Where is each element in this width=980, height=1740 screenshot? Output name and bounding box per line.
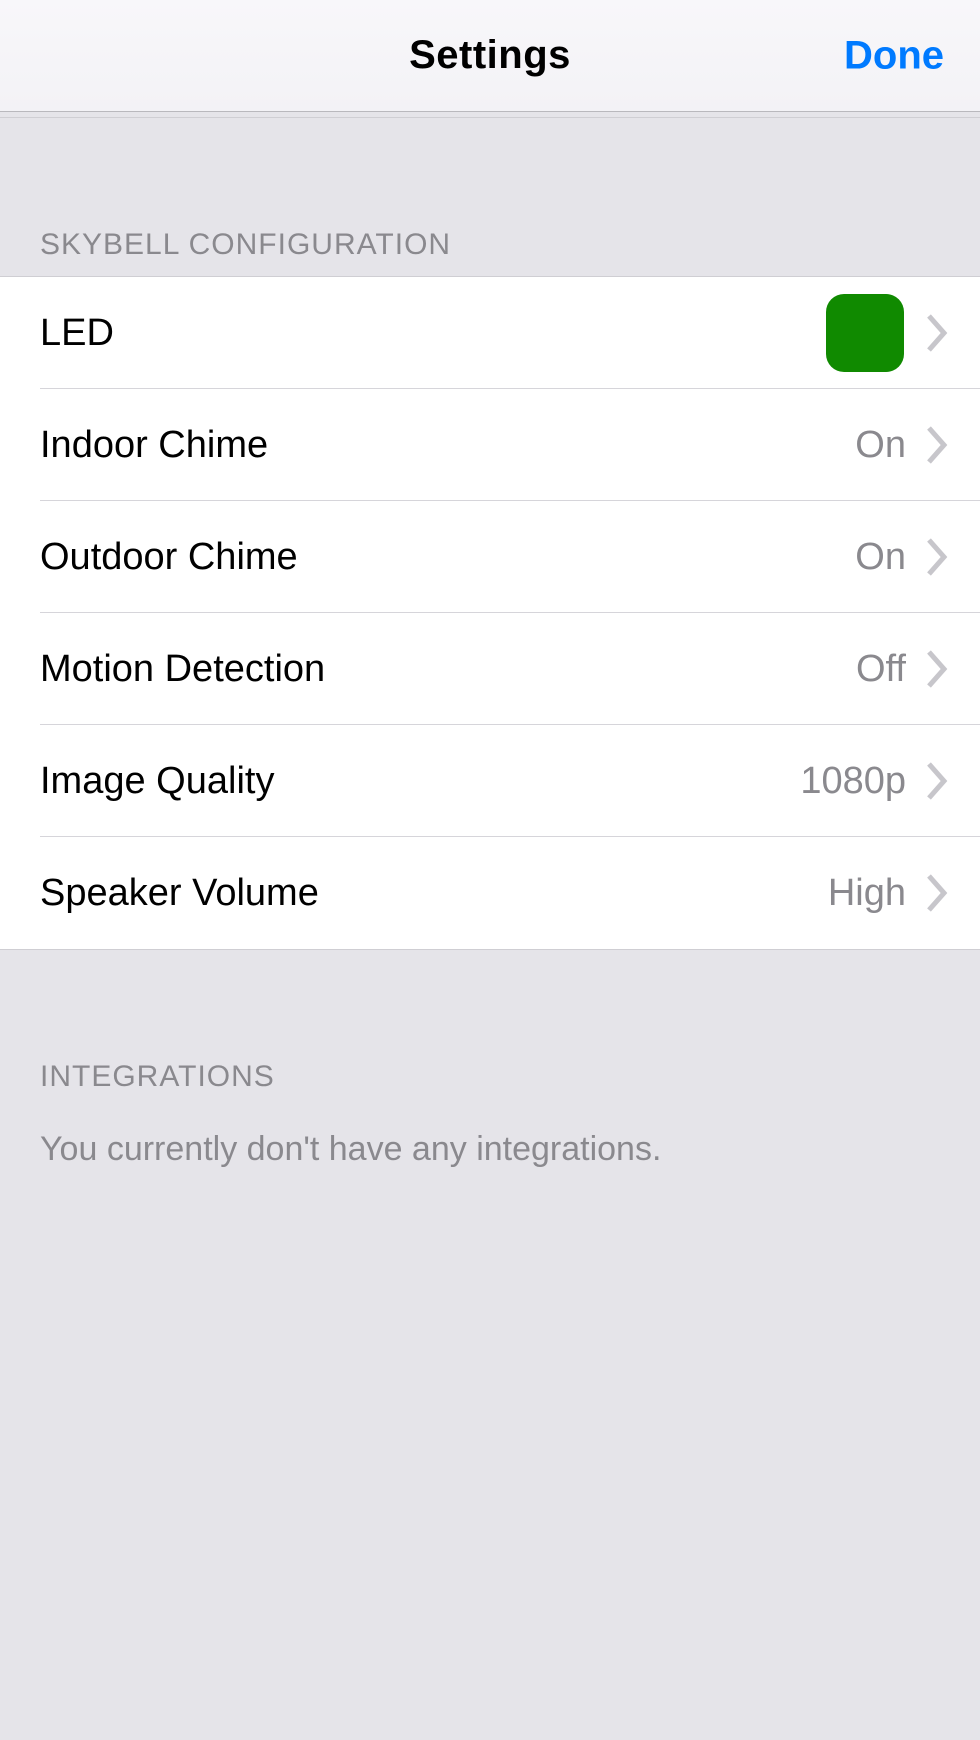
chevron-right-icon bbox=[924, 649, 950, 689]
row-label-outdoor-chime: Outdoor Chime bbox=[40, 536, 855, 579]
row-outdoor-chime[interactable]: Outdoor Chime On bbox=[0, 501, 980, 613]
row-value-speaker-volume: High bbox=[828, 872, 906, 915]
section-header-integrations: INTEGRATIONS bbox=[0, 950, 980, 1108]
chevron-right-icon bbox=[924, 873, 950, 913]
row-label-indoor-chime: Indoor Chime bbox=[40, 424, 855, 467]
row-value-image-quality: 1080p bbox=[800, 760, 906, 803]
row-label-speaker-volume: Speaker Volume bbox=[40, 872, 828, 915]
row-motion-detection[interactable]: Motion Detection Off bbox=[0, 613, 980, 725]
row-indoor-chime[interactable]: Indoor Chime On bbox=[0, 389, 980, 501]
section-header-skybell: SKYBELL CONFIGURATION bbox=[0, 118, 980, 276]
done-button[interactable]: Done bbox=[844, 33, 944, 78]
row-led[interactable]: LED bbox=[0, 277, 980, 389]
row-label-led: LED bbox=[40, 312, 826, 355]
row-value-outdoor-chime: On bbox=[855, 536, 906, 579]
chevron-right-icon bbox=[924, 761, 950, 801]
row-label-image-quality: Image Quality bbox=[40, 760, 800, 803]
row-image-quality[interactable]: Image Quality 1080p bbox=[0, 725, 980, 837]
row-value-motion-detection: Off bbox=[856, 648, 906, 691]
led-color-swatch bbox=[826, 294, 904, 372]
navigation-bar: Settings Done bbox=[0, 0, 980, 112]
page-title: Settings bbox=[409, 33, 571, 78]
chevron-right-icon bbox=[924, 425, 950, 465]
section-skybell: LED Indoor Chime On Outdoor Chime On Mot… bbox=[0, 276, 980, 950]
row-value-indoor-chime: On bbox=[855, 424, 906, 467]
chevron-right-icon bbox=[924, 313, 950, 353]
integrations-empty-text: You currently don't have any integration… bbox=[0, 1108, 980, 1169]
chevron-right-icon bbox=[924, 537, 950, 577]
row-label-motion-detection: Motion Detection bbox=[40, 648, 856, 691]
row-speaker-volume[interactable]: Speaker Volume High bbox=[0, 837, 980, 949]
